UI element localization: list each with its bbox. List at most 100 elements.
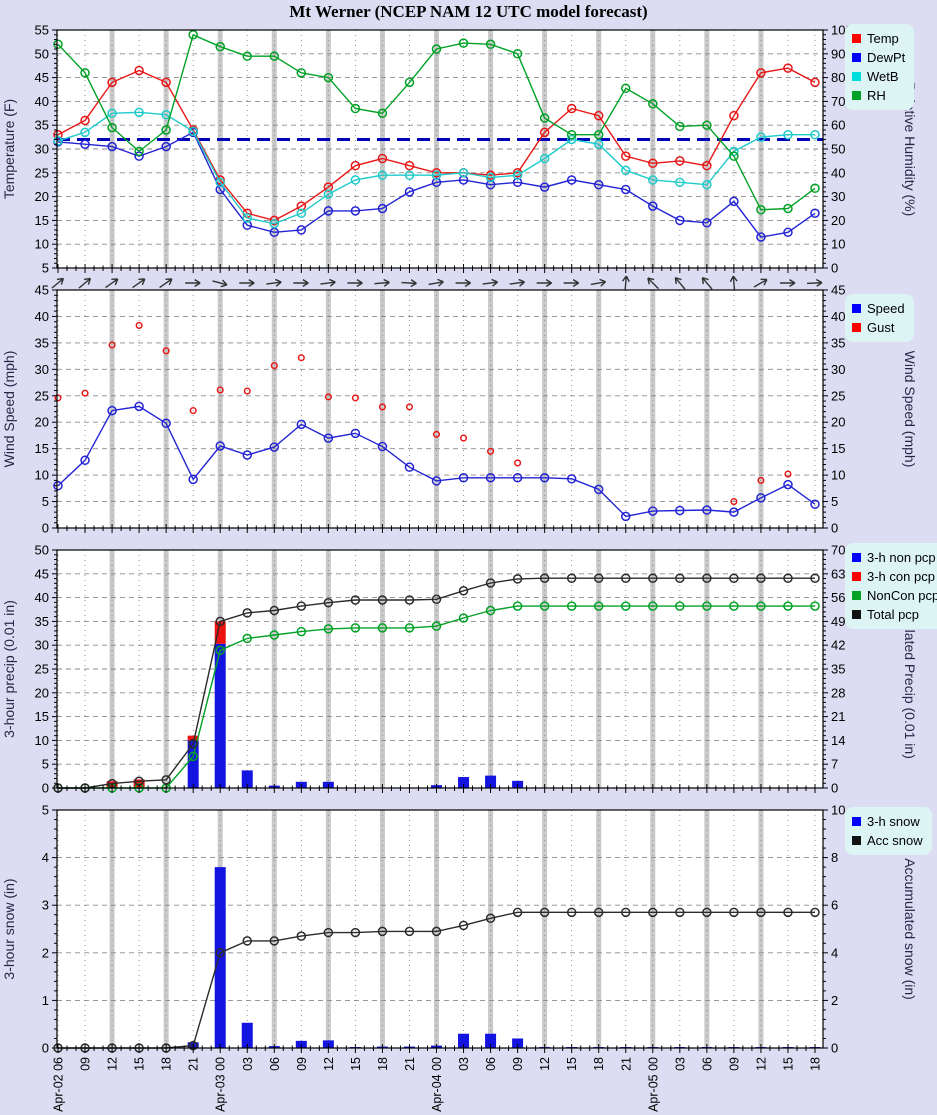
x-tick-label: 12 xyxy=(538,1057,552,1071)
legend-item-wetb: WetB xyxy=(852,67,905,86)
tick-label: 1 xyxy=(42,993,49,1008)
legend-precipitation: 3-h non pcp3-h con pcpNonCon pcpTotal pc… xyxy=(845,543,937,629)
tick-label: 90 xyxy=(831,46,845,61)
x-tick-label: 03 xyxy=(673,1057,687,1071)
legend-label: WetB xyxy=(867,67,899,86)
wind-arrow-icon xyxy=(293,280,308,287)
x-tick-label: 18 xyxy=(809,1057,823,1071)
legend-item-acc-snow: Acc snow xyxy=(852,831,923,850)
legend-item-3-h-con-pcp: 3-h con pcp xyxy=(852,567,937,586)
tick-label: 70 xyxy=(831,94,845,109)
x-tick-label: 18 xyxy=(592,1057,606,1071)
legend-item-total-pcp: Total pcp xyxy=(852,605,937,624)
wind-arrow-icon xyxy=(622,276,630,292)
legend-item-rh: RH xyxy=(852,86,905,105)
tick-label: 20 xyxy=(831,415,845,430)
tick-label: 10 xyxy=(831,468,845,483)
tick-label: 30 xyxy=(35,362,49,377)
wind-arrow-icon xyxy=(320,279,336,288)
legend-swatch-icon xyxy=(852,817,861,826)
tick-label: 50 xyxy=(831,142,845,157)
tick-label: 5 xyxy=(831,494,838,509)
tick-label: 0 xyxy=(42,781,49,796)
legend-label: Speed xyxy=(867,299,905,318)
x-tick-label: 15 xyxy=(781,1057,795,1071)
wind-arrow-icon xyxy=(509,279,525,288)
wind-arrow-icon xyxy=(401,279,416,287)
tick-label: 42 xyxy=(831,638,845,653)
tick-label: 15 xyxy=(35,441,49,456)
wind-arrow-icon xyxy=(77,276,93,291)
tick-label: 0 xyxy=(831,521,838,536)
wind-arrow-icon xyxy=(50,276,66,291)
wind-direction-arrows xyxy=(50,275,822,291)
tick-label: 40 xyxy=(831,309,845,324)
wind-arrow-icon xyxy=(590,278,606,287)
tick-label: 35 xyxy=(831,335,845,350)
tick-label: 30 xyxy=(831,362,845,377)
wind-arrow-icon xyxy=(730,276,738,292)
tick-label: 5 xyxy=(42,494,49,509)
tick-label: 70 xyxy=(831,543,845,558)
tick-label: 10 xyxy=(35,468,49,483)
right-axis-title: Wind Speed (mph) xyxy=(902,351,918,468)
wind-arrow-icon xyxy=(266,279,282,288)
legend-swatch-icon xyxy=(852,610,861,619)
x-tick-label: 12 xyxy=(322,1057,336,1071)
tick-label: 40 xyxy=(35,309,49,324)
tick-label: 10 xyxy=(831,803,845,818)
tick-label: 60 xyxy=(831,118,845,133)
tick-label: 14 xyxy=(831,733,845,748)
legend-swatch-icon xyxy=(852,304,861,313)
legend-label: 3-h con pcp xyxy=(867,567,935,586)
tick-label: 6 xyxy=(831,898,838,913)
tick-label: 2 xyxy=(831,993,838,1008)
legend-temperature-humidity: TempDewPtWetBRH xyxy=(845,24,914,110)
wind-arrow-icon xyxy=(752,277,768,290)
left-axis-title: 3-hour snow (in) xyxy=(1,878,17,979)
tick-label: 45 xyxy=(35,283,49,298)
legend-label: NonCon pcp xyxy=(867,586,937,605)
wind-arrow-icon xyxy=(212,278,228,288)
tick-label: 28 xyxy=(831,685,845,700)
x-tick-label: 06 xyxy=(484,1057,498,1071)
tick-label: 10 xyxy=(35,237,49,252)
x-tick-label: 18 xyxy=(160,1057,174,1071)
tick-label: 45 xyxy=(35,70,49,85)
x-tick-label: 09 xyxy=(727,1057,741,1071)
x-tick-label: 09 xyxy=(295,1057,309,1071)
tick-label: 8 xyxy=(831,850,838,865)
legend-swatch-icon xyxy=(852,72,861,81)
x-tick-label: 06 xyxy=(268,1057,282,1071)
tick-label: 80 xyxy=(831,70,845,85)
legend-label: Total pcp xyxy=(867,605,919,624)
tick-label: 56 xyxy=(831,590,845,605)
x-tick-label: Apr-02 06 xyxy=(52,1057,66,1112)
tick-label: 5 xyxy=(42,803,49,818)
wind-arrow-icon xyxy=(456,280,471,287)
tick-label: 40 xyxy=(35,590,49,605)
x-tick-label: 21 xyxy=(187,1057,201,1071)
x-tick-label: 21 xyxy=(619,1057,633,1071)
wind-arrow-icon xyxy=(807,279,822,287)
legend-swatch-icon xyxy=(852,572,861,581)
tick-label: 20 xyxy=(35,685,49,700)
tick-label: 55 xyxy=(35,23,49,38)
x-tick-label: 09 xyxy=(511,1057,525,1071)
left-axis: 051015202530354045Wind Speed (mph) xyxy=(1,283,57,536)
wind-arrow-icon xyxy=(239,280,254,287)
left-axis-title: 3-hour precip (0.01 in) xyxy=(1,600,17,738)
tick-label: 35 xyxy=(831,662,845,677)
panel-precipitation: 051015202530354045503-hour precip (0.01 … xyxy=(1,543,918,796)
tick-label: 35 xyxy=(35,335,49,350)
meteogram-page: Mt Werner (NCEP NAM 12 UTC model forecas… xyxy=(0,0,937,1115)
x-tick-label: 12 xyxy=(106,1057,120,1071)
legend-swatch-icon xyxy=(852,836,861,845)
tick-label: 50 xyxy=(35,46,49,61)
tick-label: 4 xyxy=(42,850,49,865)
x-tick-label: 15 xyxy=(349,1057,363,1071)
tick-label: 5 xyxy=(42,261,49,276)
tick-label: 20 xyxy=(35,415,49,430)
tick-label: 0 xyxy=(831,261,838,276)
legend-item-speed: Speed xyxy=(852,299,905,318)
